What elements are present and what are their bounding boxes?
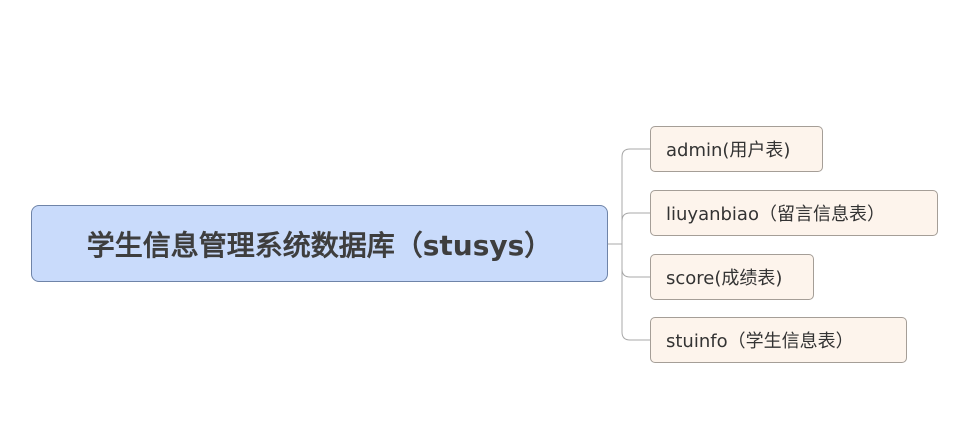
subtopic-admin-label: admin(用户表) xyxy=(666,140,791,161)
root-topic[interactable]: 学生信息管理系统数据库（stusys） xyxy=(31,205,608,282)
subtopic-stuinfo-label: stuinfo（学生信息表） xyxy=(666,331,854,352)
root-topic-label: 学生信息管理系统数据库（stusys） xyxy=(86,228,553,262)
connector-branch-liuyanbiao xyxy=(621,212,650,222)
subtopic-score[interactable]: score(成绩表) xyxy=(650,254,814,300)
connector-branch-score xyxy=(621,244,650,278)
subtopic-liuyanbiao[interactable]: liuyanbiao（留言信息表） xyxy=(650,190,938,236)
connector-branch-stuinfo xyxy=(621,269,650,341)
subtopic-score-label: score(成绩表) xyxy=(666,268,783,289)
subtopic-liuyanbiao-label: liuyanbiao（留言信息表） xyxy=(666,204,885,225)
subtopic-stuinfo[interactable]: stuinfo（学生信息表） xyxy=(650,317,907,363)
subtopic-admin[interactable]: admin(用户表) xyxy=(650,126,823,172)
connector-branch-admin xyxy=(621,148,650,244)
